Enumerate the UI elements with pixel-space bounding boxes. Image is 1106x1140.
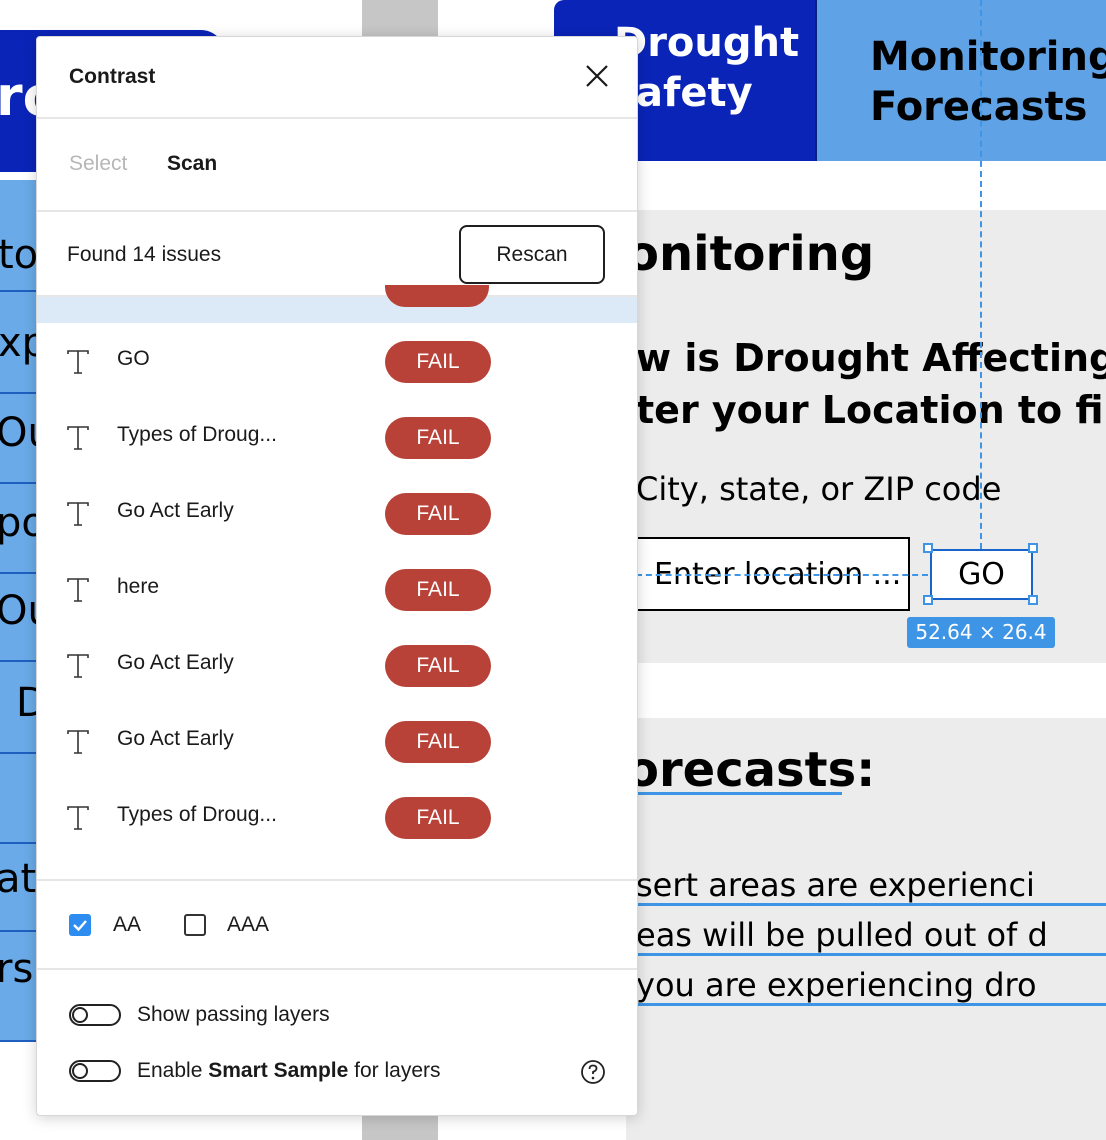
sidebar-item[interactable]: Ou — [0, 394, 38, 484]
forecast-line-3[interactable]: you are experiencing dro — [636, 966, 1037, 1004]
fail-badge: FAIL — [385, 569, 491, 611]
location-label: City, state, or ZIP code — [636, 470, 1002, 508]
fail-badge: FAIL — [385, 493, 491, 535]
tab-select[interactable]: Select — [69, 152, 127, 176]
aa-checkbox[interactable] — [69, 914, 91, 936]
contrast-plugin-panel: Contrast Select Scan Found 14 issues Res… — [36, 36, 638, 1116]
sidebar-item[interactable]: to — [0, 180, 38, 292]
aaa-label: AAA — [227, 913, 270, 936]
measure-guide-horizontal — [636, 574, 928, 576]
go-button[interactable]: GO — [930, 549, 1033, 600]
forecast-line-2[interactable]: eas will be pulled out of d — [636, 916, 1048, 954]
aaa-checkbox[interactable] — [184, 914, 206, 936]
fail-badge: FAIL — [385, 417, 491, 459]
issue-row-highlighted[interactable] — [37, 297, 637, 323]
text-layer-icon — [67, 654, 89, 678]
forecast-line-underline — [636, 1003, 1106, 1006]
header-tile-line: Forecasts — [870, 84, 1088, 130]
close-icon[interactable] — [582, 61, 612, 91]
sidebar-item[interactable]: xp — [0, 292, 38, 394]
issue-row[interactable]: here FAIL — [37, 551, 637, 627]
panel-title: Contrast — [69, 65, 156, 88]
toggle-knob — [72, 1007, 88, 1023]
tab-scan[interactable]: Scan — [167, 152, 217, 176]
divider — [37, 968, 637, 970]
text-layer-icon — [67, 730, 89, 754]
question-line-2: ter your Location to fin — [636, 388, 1106, 432]
fail-badge: FAIL — [385, 721, 491, 763]
fail-badge — [385, 285, 489, 307]
smart-sample-toggle[interactable] — [69, 1060, 121, 1082]
check-icon — [73, 920, 87, 932]
issue-label: Go Act Early — [117, 727, 234, 750]
monitoring-heading: onitoring — [626, 226, 875, 282]
help-icon[interactable] — [580, 1059, 606, 1085]
aa-label: AA — [113, 913, 142, 936]
divider — [37, 117, 637, 119]
divider — [37, 210, 637, 212]
issue-label: Types of Droug... — [117, 423, 277, 446]
issue-row[interactable]: Go Act Early FAIL — [37, 475, 637, 551]
forecasts-heading-underline — [636, 792, 842, 795]
issue-row[interactable]: Go Act Early FAIL — [37, 703, 637, 779]
issue-row[interactable]: Types of Droug... FAIL — [37, 399, 637, 475]
show-passing-label: Show passing layers — [137, 1003, 330, 1026]
rescan-button[interactable]: Rescan — [459, 225, 605, 284]
sidebar-item[interactable] — [0, 754, 38, 844]
selection-dimensions-badge: 52.64 × 26.4 — [907, 617, 1055, 648]
issue-label: here — [117, 575, 160, 598]
forecast-line-1[interactable]: sert areas are experienci — [636, 866, 1035, 904]
fail-badge: FAIL — [385, 645, 491, 687]
issue-label: Go Act Early — [117, 499, 234, 522]
forecasts-heading[interactable]: orecasts: — [626, 742, 875, 798]
header-tile-line: afety — [636, 70, 753, 116]
selection-handle[interactable] — [923, 543, 933, 553]
text-layer-icon — [67, 806, 89, 830]
issue-label: Types of Droug... — [117, 803, 277, 826]
issue-label: GO — [117, 347, 150, 370]
fail-badge: FAIL — [385, 341, 491, 383]
sidebar-item[interactable]: rs — [0, 932, 38, 1042]
fail-badge: FAIL — [385, 797, 491, 839]
issue-row[interactable]: Types of Droug... FAIL — [37, 779, 637, 855]
text-layer-icon — [67, 502, 89, 526]
issue-label: Go Act Early — [117, 651, 234, 674]
issue-row[interactable]: Go Act Early FAIL — [37, 627, 637, 703]
sidebar-item[interactable]: Ou — [0, 574, 38, 662]
text-layer-icon — [67, 578, 89, 602]
question-line-1: w is Drought Affecting — [636, 336, 1106, 380]
toggle-knob — [72, 1063, 88, 1079]
selection-handle[interactable] — [1028, 543, 1038, 553]
text-layer-icon — [67, 350, 89, 374]
sidebar-item[interactable]: po — [0, 484, 38, 574]
forecast-line-underline — [636, 953, 1106, 956]
forecast-line-underline — [636, 903, 1106, 906]
text-layer-icon — [67, 426, 89, 450]
issue-row[interactable]: GO FAIL — [37, 323, 637, 399]
header-tile-line: Monitoring, — [870, 34, 1106, 80]
measure-guide-vertical — [980, 0, 982, 549]
show-passing-toggle[interactable] — [69, 1004, 121, 1026]
header-tile-line: Drought — [614, 20, 800, 66]
divider — [37, 879, 637, 881]
selection-handle[interactable] — [1028, 595, 1038, 605]
sidebar-item[interactable]: at — [0, 844, 38, 932]
selection-handle[interactable] — [923, 595, 933, 605]
sidebar-item[interactable]: D — [0, 662, 38, 754]
issues-count: Found 14 issues — [67, 243, 222, 266]
smart-sample-label: Enable Smart Sample for layers — [137, 1059, 441, 1082]
